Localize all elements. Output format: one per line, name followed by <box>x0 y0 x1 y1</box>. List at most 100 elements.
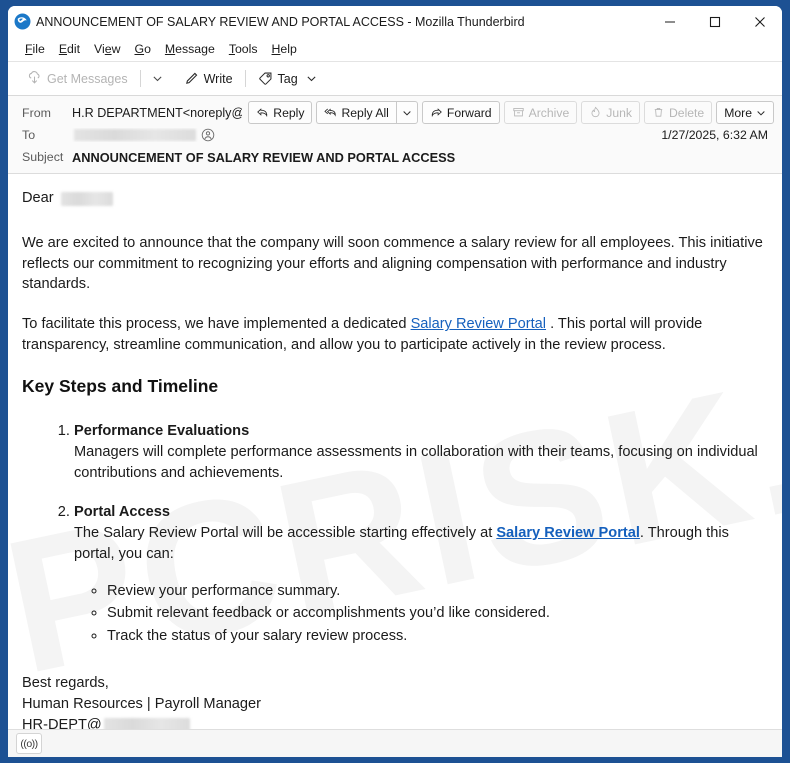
toolbar-divider-1 <box>139 70 141 87</box>
step-2-text-before: The Salary Review Portal will be accessi… <box>74 525 497 542</box>
archive-label: Archive <box>528 105 570 120</box>
to-label: To <box>22 128 36 142</box>
key-steps-heading: Key Steps and Timeline <box>22 376 219 397</box>
junk-label: Junk <box>606 105 632 120</box>
sub-item-3: Track the status of your salary review p… <box>107 626 768 647</box>
menu-bar: File Edit View Go Message Tools Help <box>8 37 782 62</box>
title-bar: ANNOUNCEMENT OF SALARY REVIEW AND PORTAL… <box>8 6 782 37</box>
steps-list: Performance Evaluations Managers will co… <box>22 421 768 646</box>
get-messages-label: Get Messages <box>47 71 128 86</box>
salutation-name-redaction <box>60 191 113 206</box>
message-action-buttons: Reply Reply All Forward Archive Junk Del… <box>248 101 774 124</box>
message-body: PCRISK.COM Dear We are excited to announ… <box>8 174 782 729</box>
to-row: To 1/27/2025, 6:32 AM <box>8 124 782 146</box>
to-address-redaction <box>74 129 196 141</box>
to-value[interactable] <box>72 128 661 142</box>
chevron-down-icon <box>307 76 316 82</box>
signature-domain-redaction <box>103 718 190 729</box>
salary-review-portal-link-2[interactable]: Salary Review Portal <box>496 525 640 541</box>
from-address-open: <noreply@ <box>182 105 243 120</box>
close-button[interactable] <box>737 6 782 37</box>
thunderbird-icon <box>14 13 31 30</box>
archive-button[interactable]: Archive <box>503 101 578 124</box>
subject-value: ANNOUNCEMENT OF SALARY REVIEW AND PORTAL… <box>72 149 456 165</box>
chevron-down-icon <box>403 110 411 116</box>
junk-button[interactable]: Junk <box>581 101 640 124</box>
status-bar: ((o)) <box>8 729 782 757</box>
tag-button[interactable]: Tag <box>251 68 324 89</box>
signature-block: Best regards, Human Resources | Payroll … <box>22 673 768 729</box>
get-messages-dropdown[interactable] <box>146 70 169 87</box>
online-status-icon[interactable]: ((o)) <box>16 733 42 754</box>
delete-button[interactable]: Delete <box>643 101 713 124</box>
reply-all-icon <box>324 108 337 117</box>
paragraph-1: We are excited to announce that the comp… <box>22 234 763 293</box>
signature-line-1: Best regards, <box>22 674 109 691</box>
salary-review-portal-link-1[interactable]: Salary Review Portal <box>411 316 546 332</box>
chevron-down-icon <box>757 110 765 116</box>
reply-label: Reply <box>273 105 305 120</box>
trash-icon <box>654 108 663 117</box>
reply-button[interactable]: Reply <box>248 101 313 124</box>
from-label: From <box>22 105 51 120</box>
menu-tools[interactable]: Tools <box>222 40 265 58</box>
menu-file[interactable]: File <box>18 40 52 58</box>
write-label: Write <box>203 71 233 86</box>
from-value[interactable]: H.R DEPARTMENT <noreply@ > <box>72 106 242 120</box>
step-item-2: Portal Access The Salary Review Portal w… <box>74 502 768 646</box>
archive-box-icon <box>512 108 524 117</box>
forward-label: Forward <box>446 105 492 120</box>
contact-avatar-icon[interactable] <box>201 128 215 142</box>
sub-item-2: Submit relevant feedback or accomplishme… <box>107 603 768 624</box>
reply-all-split: Reply All <box>316 101 418 124</box>
salutation: Dear <box>22 188 768 209</box>
tag-label: Tag <box>277 71 298 86</box>
signature-line-3: HR-DEPT@ <box>22 715 768 729</box>
salutation-text: Dear <box>22 190 54 207</box>
window-title: ANNOUNCEMENT OF SALARY REVIEW AND PORTAL… <box>36 14 525 29</box>
step-2-title: Portal Access <box>74 504 170 521</box>
menu-message[interactable]: Message <box>158 40 222 58</box>
step-2-sub-list: Review your performance summary. Submit … <box>74 581 768 647</box>
menu-go[interactable]: Go <box>127 40 157 58</box>
from-row: From H.R DEPARTMENT <noreply@ > Reply <box>8 101 782 124</box>
more-button[interactable]: More <box>716 101 774 124</box>
message-header: From H.R DEPARTMENT <noreply@ > Reply <box>8 96 782 175</box>
subject-label: Subject <box>22 150 64 164</box>
paragraph-2: To facilitate this process, we have impl… <box>22 314 768 355</box>
toolbar-divider-2 <box>244 70 246 87</box>
signature-email-prefix: HR-DEPT@ <box>22 716 102 729</box>
tag-icon <box>258 72 271 85</box>
from-name: H.R DEPARTMENT <box>72 105 183 120</box>
step-2-text: The Salary Review Portal will be accessi… <box>74 523 768 564</box>
get-messages-button[interactable]: Get Messages <box>20 68 135 89</box>
more-label: More <box>724 105 752 120</box>
reply-all-dropdown[interactable] <box>395 101 418 124</box>
minimize-button[interactable] <box>647 6 692 37</box>
reply-icon <box>257 108 268 118</box>
signature-line-2: Human Resources | Payroll Manager <box>22 695 262 712</box>
menu-view[interactable]: View <box>87 40 127 58</box>
chevron-down-icon <box>153 76 162 82</box>
forward-button[interactable]: Forward <box>421 101 500 124</box>
subject-row: Subject ANNOUNCEMENT OF SALARY REVIEW AN… <box>8 146 782 168</box>
pencil-icon <box>185 72 197 84</box>
maximize-button[interactable] <box>692 6 737 37</box>
main-toolbar: Get Messages Write Tag <box>8 62 782 96</box>
step-item-1: Performance Evaluations Managers will co… <box>74 421 768 483</box>
sub-item-1: Review your performance summary. <box>107 581 768 602</box>
write-button[interactable]: Write <box>177 68 240 89</box>
paragraph-2-before: To facilitate this process, we have impl… <box>22 316 411 333</box>
forward-icon <box>431 108 442 118</box>
reply-all-label: Reply All <box>341 105 389 120</box>
message-date: 1/27/2025, 6:32 AM <box>661 128 768 142</box>
delete-label: Delete <box>668 105 705 120</box>
step-1-title: Performance Evaluations <box>74 423 250 440</box>
menu-help[interactable]: Help <box>265 40 304 58</box>
junk-flame-icon <box>591 106 600 118</box>
reply-all-button[interactable]: Reply All <box>316 101 396 124</box>
menu-edit[interactable]: Edit <box>52 40 87 58</box>
step-1-text: Managers will complete performance asses… <box>74 444 758 481</box>
download-cloud-icon <box>28 71 40 84</box>
thunderbird-window: ANNOUNCEMENT OF SALARY REVIEW AND PORTAL… <box>8 6 782 757</box>
